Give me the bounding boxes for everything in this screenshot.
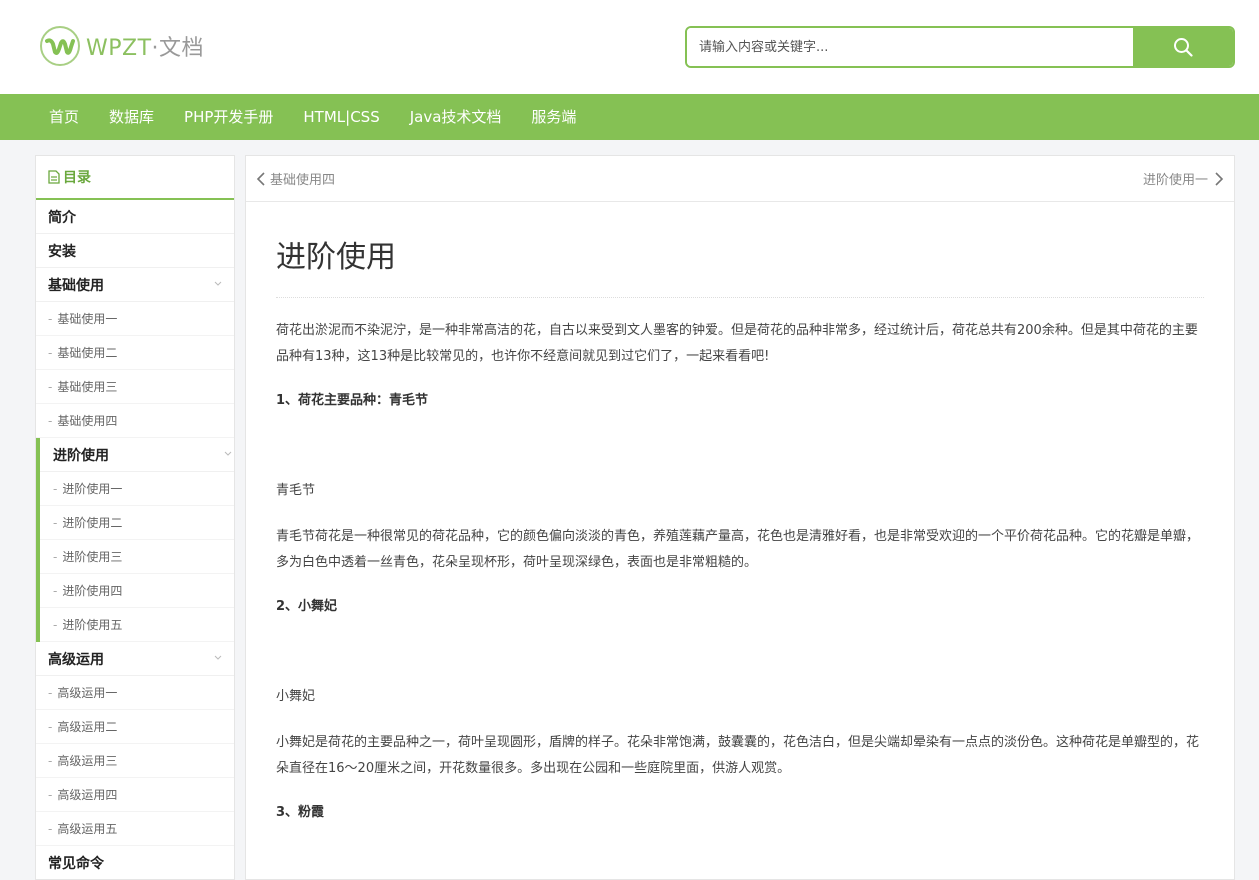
- article-intro: 荷花出淤泥而不染泥泞，是一种非常高洁的花，自古以来受到文人墨客的钟爱。但是荷花的…: [276, 323, 1198, 364]
- nav-item-html-css[interactable]: HTML|CSS: [288, 94, 394, 140]
- prev-page-label: 基础使用四: [270, 173, 336, 188]
- document-icon: [48, 170, 60, 184]
- logo-mark-icon: [40, 26, 80, 66]
- search-bar: [685, 26, 1235, 68]
- toc-sub-item[interactable]: - 进阶使用四: [40, 574, 234, 608]
- nav-item-database[interactable]: 数据库: [94, 94, 169, 140]
- site-logo[interactable]: WPZT·文档: [40, 25, 204, 67]
- toc-item-label: 高级运用: [48, 651, 104, 668]
- page-title: 进阶使用: [276, 238, 1204, 298]
- toc-item-label: 基础使用: [48, 277, 104, 294]
- nav-item-home[interactable]: 首页: [34, 94, 94, 140]
- toc-item-intro[interactable]: 简介: [36, 200, 234, 234]
- chevron-down-icon: [224, 451, 232, 456]
- search-button[interactable]: [1133, 28, 1233, 66]
- toc-sub-item[interactable]: - 基础使用四: [36, 404, 234, 438]
- section-text: 青毛节荷花是一种很常见的荷花品种，它的颜色偏向淡淡的青色，养殖莲藕产量高，花色也…: [276, 529, 1200, 570]
- article-content: 进阶使用 荷花出淤泥而不染泥泞，是一种非常高洁的花，自古以来受到文人墨客的钟爱。…: [246, 238, 1234, 826]
- toc-sub-label: 基础使用二: [57, 346, 118, 360]
- toc-item-label: 常见命令: [48, 855, 104, 872]
- toc-item-install[interactable]: 安装: [36, 234, 234, 268]
- nav-item-php-manual[interactable]: PHP开发手册: [169, 94, 288, 140]
- toc-sub-item[interactable]: - 高级运用三: [36, 744, 234, 778]
- article-panel: 基础使用四 进阶使用一 进阶使用 荷花出淤泥而不染泥泞，是一种非常高洁的花，自古…: [245, 155, 1235, 880]
- toc-sub-item[interactable]: - 高级运用四: [36, 778, 234, 812]
- nav-item-java-docs[interactable]: Java技术文档: [395, 94, 517, 140]
- site-header: WPZT·文档: [0, 0, 1259, 94]
- toc-sub-item[interactable]: - 进阶使用五: [40, 608, 234, 642]
- toc-sub-item[interactable]: - 进阶使用三: [40, 540, 234, 574]
- nav-item-server[interactable]: 服务端: [516, 94, 591, 140]
- next-page-link[interactable]: 进阶使用一: [1143, 169, 1224, 188]
- toc-sub-item[interactable]: - 基础使用三: [36, 370, 234, 404]
- toc-sub-item[interactable]: - 基础使用一: [36, 302, 234, 336]
- toc-sub-item[interactable]: - 进阶使用一: [40, 472, 234, 506]
- main-nav: 首页 数据库 PHP开发手册 HTML|CSS Java技术文档 服务端: [0, 94, 1259, 140]
- toc-sub-label: 进阶使用二: [62, 516, 123, 530]
- search-icon: [1174, 38, 1193, 57]
- section-heading: 1、荷花主要品种：青毛节: [276, 393, 429, 408]
- image-caption: 小舞妃: [276, 689, 316, 704]
- toc-sub-label: 进阶使用一: [62, 482, 123, 496]
- toc-sub-label: 基础使用一: [57, 312, 118, 326]
- toc-sub-label: 进阶使用三: [62, 550, 123, 564]
- toc-sub-label: 基础使用四: [57, 414, 118, 428]
- toc-sub-item[interactable]: - 高级运用一: [36, 676, 234, 710]
- section-heading: 3、粉霞: [276, 805, 325, 820]
- toc-sub-item[interactable]: - 高级运用二: [36, 710, 234, 744]
- chevron-right-icon: [1215, 171, 1224, 186]
- toc-item-common-commands[interactable]: 常见命令: [36, 846, 234, 879]
- search-input[interactable]: [687, 28, 1133, 66]
- toc-sub-item[interactable]: - 进阶使用二: [40, 506, 234, 540]
- toc-item-label: 安装: [48, 243, 76, 260]
- toc-sub-item[interactable]: - 基础使用二: [36, 336, 234, 370]
- toc-group-expert[interactable]: 高级运用: [36, 642, 234, 676]
- toc-group-advanced[interactable]: 进阶使用: [40, 438, 234, 472]
- toc-sub-label: 高级运用一: [57, 686, 118, 700]
- toc-title: 目录: [63, 170, 91, 186]
- section-heading: 2、小舞妃: [276, 599, 338, 614]
- article-pager: 基础使用四 进阶使用一: [246, 156, 1234, 202]
- next-page-label: 进阶使用一: [1142, 173, 1208, 188]
- toc-group-basic[interactable]: 基础使用: [36, 268, 234, 302]
- section-text: 小舞妃是荷花的主要品种之一，荷叶呈现圆形，盾牌的样子。花朵非常饱满，鼓囊囊的，花…: [276, 735, 1200, 776]
- chevron-left-icon: [256, 171, 265, 186]
- toc-sub-label: 进阶使用五: [62, 618, 123, 632]
- toc-item-label: 简介: [48, 209, 76, 226]
- toc-sub-label: 高级运用五: [57, 822, 118, 836]
- toc-sub-label: 高级运用三: [57, 754, 118, 768]
- toc-item-label: 进阶使用: [53, 447, 109, 464]
- image-caption: 青毛节: [276, 483, 316, 498]
- chevron-down-icon: [214, 281, 222, 286]
- toc-header: 目录: [36, 156, 234, 200]
- toc-sub-item[interactable]: - 高级运用五: [36, 812, 234, 846]
- toc-sub-label: 基础使用三: [57, 380, 118, 394]
- prev-page-link[interactable]: 基础使用四: [256, 169, 335, 188]
- toc-sub-label: 高级运用二: [57, 720, 118, 734]
- toc-group-advanced-active: 进阶使用 - 进阶使用一 - 进阶使用二 - 进阶使用三 - 进阶使用四 - 进阶使用五: [36, 438, 234, 642]
- toc-sub-label: 高级运用四: [57, 788, 118, 802]
- toc-sub-label: 进阶使用四: [62, 584, 123, 598]
- logo-text: WPZT·文档: [86, 36, 205, 61]
- chevron-down-icon: [214, 655, 222, 660]
- toc-sidebar: 目录 简介 安装 基础使用 - 基础使用一 - 基础使用二 - 基础使用三 - 基础使用…: [35, 155, 235, 880]
